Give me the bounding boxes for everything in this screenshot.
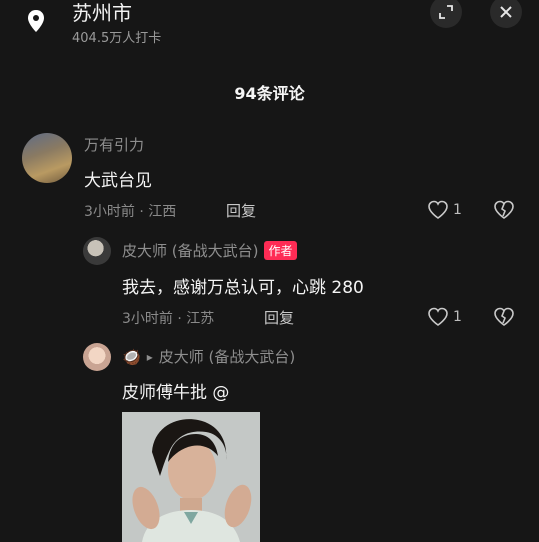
avatar[interactable] <box>83 343 111 371</box>
reply-user-row: 皮大师 (备战大武台) 作者 <box>122 240 297 261</box>
avatar[interactable] <box>83 237 111 265</box>
author-badge: 作者 <box>264 241 297 260</box>
expand-button[interactable] <box>430 0 462 28</box>
close-icon <box>500 6 512 18</box>
close-button[interactable] <box>490 0 522 28</box>
reply-button[interactable]: 回复 <box>264 307 294 328</box>
like-count: 1 <box>453 202 462 218</box>
comment-username[interactable]: 皮大师 (备战大武台) <box>122 240 258 261</box>
comment-text: 皮师傅牛批 @ <box>122 383 230 403</box>
avatar[interactable] <box>22 133 72 183</box>
broken-heart-icon[interactable] <box>493 200 515 220</box>
expand-icon <box>439 5 453 19</box>
location-subtitle: 404.5万人打卡 <box>72 31 162 46</box>
comment-meta: 3小时前 · 江西 <box>84 204 177 220</box>
person-photo-illustration <box>122 412 260 542</box>
like-heart-icon[interactable] <box>427 307 449 327</box>
reply-button[interactable]: 回复 <box>226 200 256 221</box>
comment-image[interactable] <box>122 412 260 542</box>
comment-text: 大武台见 <box>84 171 152 191</box>
like-heart-icon[interactable] <box>427 200 449 220</box>
reply-arrow-icon: ▸ <box>146 349 153 364</box>
reply-user-row: 🥥 ▸ 皮大师 (备战大武台) <box>122 346 295 367</box>
location-pin-icon <box>28 10 44 32</box>
broken-heart-icon[interactable] <box>493 307 515 327</box>
comment-text: 我去，感谢万总认可，心跳 280 <box>122 278 364 298</box>
location-title[interactable]: 苏州市 <box>72 0 132 26</box>
comment-count: 94条评论 <box>234 84 305 103</box>
coconut-emoji-icon: 🥥 <box>122 347 141 366</box>
comment-username[interactable]: 万有引力 <box>84 134 144 155</box>
like-count: 1 <box>453 309 462 325</box>
comment-meta: 3小时前 · 江苏 <box>122 311 215 327</box>
comment-username[interactable]: 皮大师 (备战大武台) <box>159 346 295 367</box>
